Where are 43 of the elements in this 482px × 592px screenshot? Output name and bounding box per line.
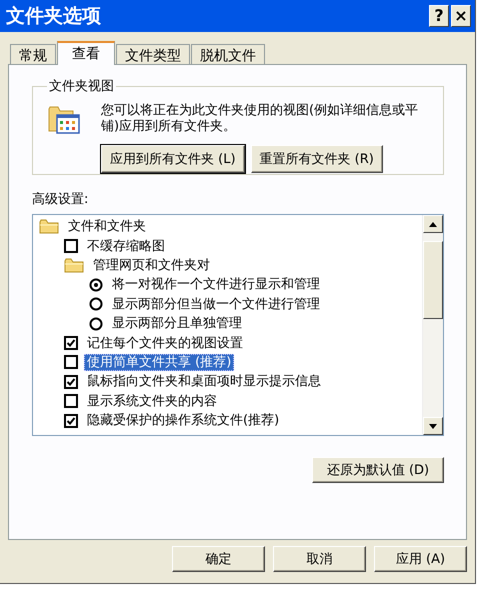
- setting-label[interactable]: 显示系统文件夹的内容: [84, 392, 220, 410]
- radio-button[interactable]: [89, 297, 103, 312]
- folder-icon: [64, 256, 84, 274]
- close-button[interactable]: ×: [451, 5, 471, 27]
- dialog-button[interactable]: 取消: [273, 546, 366, 572]
- restore-defaults-button[interactable]: 还原为默认值 (D): [312, 457, 444, 483]
- setting-label[interactable]: 使用简单文件共享 (推荐): [84, 354, 234, 371]
- setting-label[interactable]: 将一对视作一个文件进行显示和管理: [109, 276, 323, 294]
- folder-view-icon: [48, 106, 80, 134]
- setting-label[interactable]: 隐藏受保护的操作系统文件(推荐): [84, 412, 282, 430]
- scrollbar[interactable]: [422, 215, 443, 435]
- tab[interactable]: 常规: [10, 44, 56, 64]
- selected-radio-button[interactable]: [89, 278, 103, 292]
- setting-label[interactable]: 鼠标指向文件夹和桌面项时显示提示信息: [84, 373, 324, 390]
- tab[interactable]: 脱机文件: [191, 44, 265, 64]
- setting-label[interactable]: 不缓存缩略图: [84, 238, 168, 255]
- section-label: 高级设置:: [32, 191, 90, 208]
- scroll-up-icon: [429, 222, 437, 226]
- setting-label[interactable]: 记住每个文件夹的视图设置: [84, 334, 246, 352]
- tab[interactable]: 文件类型: [116, 44, 190, 64]
- dialog-button[interactable]: 应用 (A): [374, 546, 467, 572]
- scroll-down-icon: [429, 424, 437, 428]
- settings-list[interactable]: 文件和文件夹 不缓存缩略图 管理网页和文件夹对 将一对视作一个文件进行显示和管理 显示两部分但当做一个文件进行管理 显示两部分且单独管理 记住每个文件夹的视图设置 使用简单文件共享 (推荐) 鼠标指向文件夹和桌面项时显示提示信息 显示系统文件夹的内容 隐藏受保护的操作系统文件(推荐): [32, 214, 444, 436]
- folder-icon: [39, 218, 59, 236]
- checked-checkbox[interactable]: [64, 336, 78, 350]
- dialog-button[interactable]: 确定: [172, 546, 265, 572]
- setting-label[interactable]: 管理网页和文件夹对: [90, 256, 213, 274]
- checkbox[interactable]: [64, 239, 78, 254]
- setting-label[interactable]: 文件和文件夹: [65, 218, 149, 236]
- checked-checkbox[interactable]: [64, 374, 78, 389]
- radio-button[interactable]: [89, 316, 103, 331]
- setting-label[interactable]: 显示两部分但当做一个文件进行管理: [109, 296, 323, 313]
- checked-checkbox[interactable]: [64, 414, 78, 428]
- group-title: 文件夹视图: [48, 78, 115, 95]
- checkbox[interactable]: [64, 355, 78, 370]
- description-text: 您可以将正在为此文件夹使用的视图(例如详细信息或平铺)应用到所有文件夹。: [101, 103, 420, 135]
- checkbox[interactable]: [64, 394, 78, 408]
- tab[interactable]: 查看: [57, 41, 115, 65]
- window-title: 文件夹选项: [6, 4, 102, 29]
- help-button[interactable]: ?: [429, 5, 449, 27]
- apply-button[interactable]: 应用到所有文件夹 (L): [101, 145, 245, 173]
- reset-button[interactable]: 重置所有文件夹 (R): [250, 145, 383, 173]
- setting-label[interactable]: 显示两部分且单独管理: [109, 315, 245, 332]
